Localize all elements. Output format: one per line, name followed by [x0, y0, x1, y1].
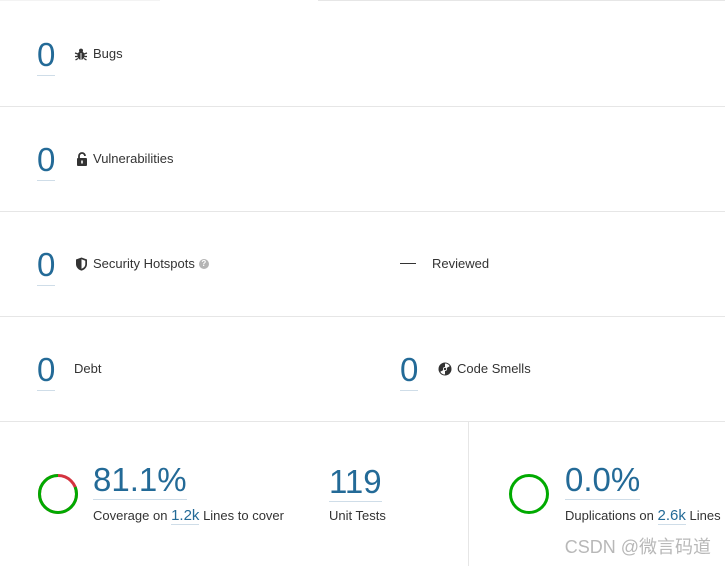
bugs-label: Bugs — [74, 46, 123, 62]
duplications-donut-icon — [509, 474, 549, 514]
security-hotspots-count-link[interactable]: 0 — [37, 247, 56, 286]
top-divider — [0, 0, 725, 2]
bug-icon — [74, 48, 88, 61]
radiation-icon — [438, 362, 452, 376]
unlock-icon — [77, 152, 87, 166]
vulnerabilities-row: 0 Vulnerabilities — [0, 107, 725, 212]
debt-count-link[interactable]: 0 — [37, 352, 56, 391]
coverage-duplications-divider — [468, 421, 469, 566]
reviewed-label: Reviewed — [432, 256, 490, 271]
measures-panel: 0 Bugs 0 Vulnerabilities 0 Security Hots… — [0, 0, 725, 566]
security-hotspots-row: 0 Security Hotspots ? Reviewed — [0, 212, 725, 317]
reviewed-dash — [400, 263, 416, 264]
bugs-label-text: Bugs — [93, 46, 123, 61]
coverage-percent-link[interactable]: 81.1% — [93, 462, 187, 500]
debt-label: Debt — [74, 361, 102, 376]
watermark: CSDN @微言码道 — [564, 537, 711, 557]
unit-tests-count-link[interactable]: 119 — [329, 464, 382, 502]
duplications-subtitle: Duplications on 2.6k Lines — [565, 507, 721, 525]
debt-row: 0 Debt 0 Code Smells — [0, 317, 725, 422]
code-smells-count-link[interactable]: 0 — [400, 352, 419, 391]
duplications-percent-link[interactable]: 0.0% — [565, 462, 641, 500]
help-icon[interactable]: ? — [198, 259, 209, 269]
coverage-donut-icon — [38, 474, 78, 514]
shield-icon — [76, 257, 87, 271]
coverage-lines-link[interactable]: 1.2k — [171, 507, 200, 525]
bugs-row: 0 Bugs — [0, 2, 725, 107]
vulnerabilities-label: Vulnerabilities — [76, 151, 173, 167]
security-hotspots-label-text: Security Hotspots — [93, 256, 195, 271]
duplications-lines-link[interactable]: 2.6k — [657, 507, 686, 525]
bugs-count-link[interactable]: 0 — [37, 37, 56, 76]
security-hotspots-label: Security Hotspots ? — [75, 256, 209, 272]
code-smells-label: Code Smells — [438, 361, 531, 377]
vulnerabilities-count-link[interactable]: 0 — [37, 142, 56, 181]
coverage-subtitle: Coverage on 1.2k Lines to cover — [93, 507, 284, 525]
unit-tests-label: Unit Tests — [329, 508, 386, 523]
vulnerabilities-label-text: Vulnerabilities — [93, 151, 174, 166]
